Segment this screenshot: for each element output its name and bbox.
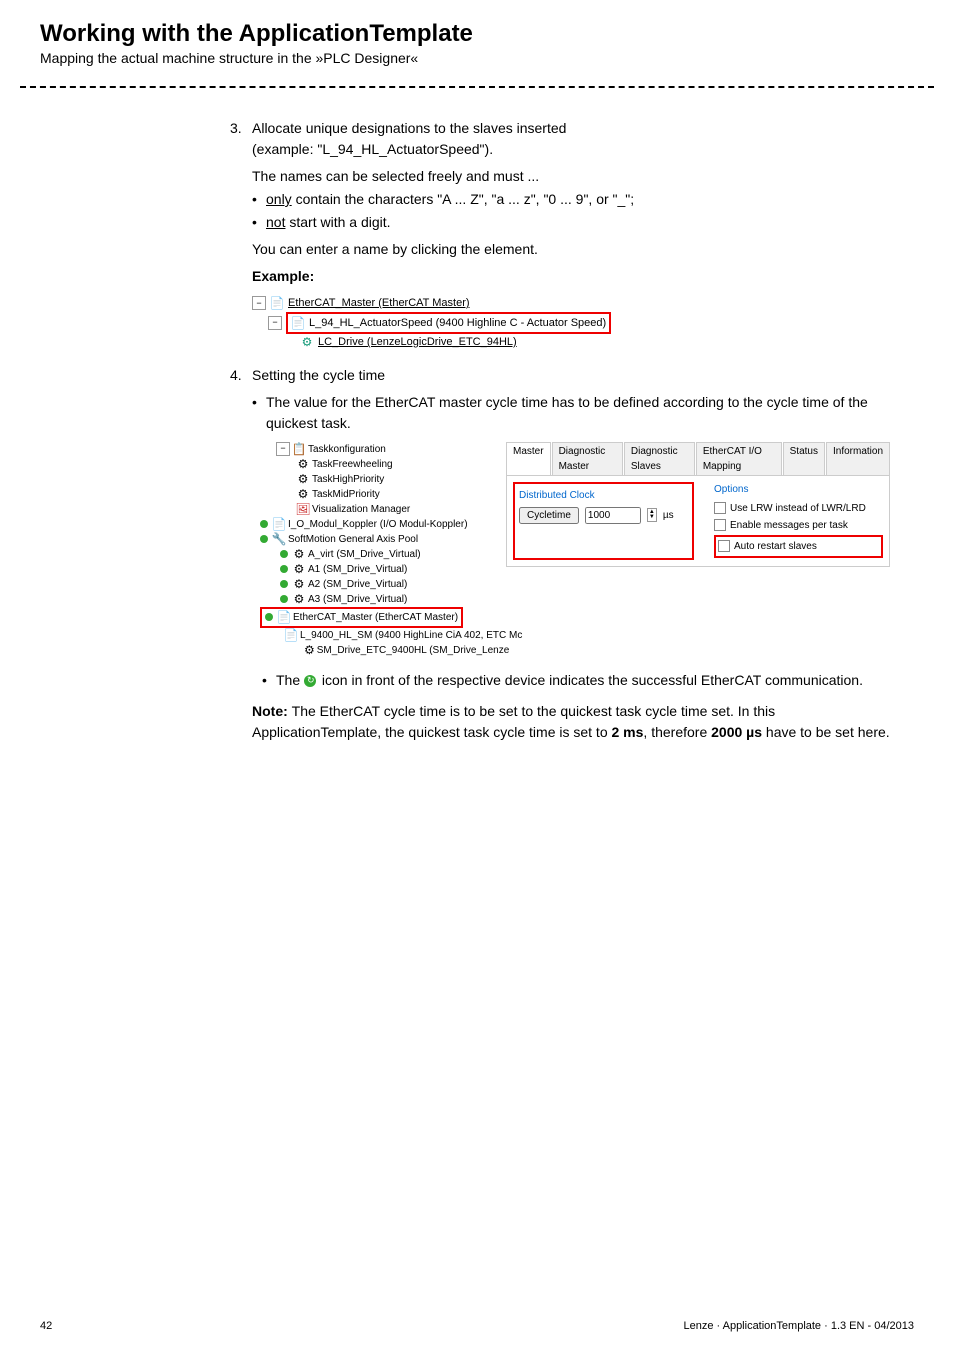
pool-icon: 🔧 bbox=[272, 532, 286, 546]
option-lrw[interactable]: Use LRW instead of LWR/LRD bbox=[714, 501, 883, 516]
group-header: Distributed Clock bbox=[519, 488, 688, 503]
tree-label: EtherCAT_Master (EtherCAT Master) bbox=[288, 295, 470, 312]
note-paragraph: Note: The EtherCAT cycle time is to be s… bbox=[252, 701, 894, 743]
status-icon bbox=[265, 613, 273, 621]
distributed-clock-group: Distributed Clock Cycletime ▲▼ µs bbox=[513, 482, 694, 560]
tree-label: Visualization Manager bbox=[312, 502, 410, 517]
tree-label: A2 (SM_Drive_Virtual) bbox=[308, 577, 407, 592]
collapse-icon: − bbox=[276, 442, 290, 456]
option-messages[interactable]: Enable messages per task bbox=[714, 518, 883, 533]
tree-label: TaskHighPriority bbox=[312, 472, 384, 487]
axis-icon: ⚙ bbox=[292, 562, 306, 576]
tab-diag-slaves[interactable]: Diagnostic Slaves bbox=[624, 442, 695, 475]
checkbox-label: Enable messages per task bbox=[730, 518, 848, 533]
tree-label: L_94_HL_ActuatorSpeed (9400 Highline C -… bbox=[309, 315, 606, 332]
status-icon bbox=[280, 595, 288, 603]
step-text: Allocate unique designations to the slav… bbox=[252, 118, 894, 139]
step-4: 4. Setting the cycle time bbox=[230, 365, 894, 386]
device-icon: 📄 bbox=[272, 517, 286, 531]
folder-icon: 📋 bbox=[292, 442, 306, 456]
status-icon bbox=[280, 565, 288, 573]
tabstrip: Master Diagnostic Master Diagnostic Slav… bbox=[506, 442, 890, 475]
tree-example: − 📄 EtherCAT_Master (EtherCAT Master) − … bbox=[252, 295, 894, 351]
tree-label: L_9400_HL_SM (9400 HighLine CiA 402, ETC… bbox=[300, 628, 522, 643]
success-icon: ↻ bbox=[304, 675, 316, 687]
axis-icon: ⚙ bbox=[292, 547, 306, 561]
icon-note: • The ↻ icon in front of the respective … bbox=[262, 670, 894, 691]
drive-icon: ⚙ bbox=[304, 643, 315, 657]
tree-panel: − 📋Taskkonfiguration ⚙TaskFreewheeling ⚙… bbox=[252, 440, 502, 660]
task-icon: ⚙ bbox=[296, 487, 310, 501]
status-icon bbox=[260, 535, 268, 543]
underline: not bbox=[266, 214, 285, 230]
tree-label: SM_Drive_ETC_9400HL (SM_Drive_Lenze bbox=[317, 643, 510, 658]
tab-diag-master[interactable]: Diagnostic Master bbox=[552, 442, 623, 475]
screenshot-ethercat: − 📋Taskkonfiguration ⚙TaskFreewheeling ⚙… bbox=[252, 440, 894, 660]
bullet-text: The value for the EtherCAT master cycle … bbox=[266, 392, 894, 434]
tree-label: TaskFreewheeling bbox=[312, 457, 393, 472]
highlighted-node: 📄 L_94_HL_ActuatorSpeed (9400 Highline C… bbox=[286, 312, 611, 335]
page-number: 42 bbox=[40, 1320, 52, 1332]
step-3: 3. Allocate unique designations to the s… bbox=[230, 118, 894, 160]
tree-label: A_virt (SM_Drive_Virtual) bbox=[308, 547, 421, 562]
task-icon: ⚙ bbox=[296, 472, 310, 486]
collapse-icon: − bbox=[268, 316, 282, 330]
axis-icon: ⚙ bbox=[292, 592, 306, 606]
spinner-icon[interactable]: ▲▼ bbox=[647, 508, 657, 522]
names-intro: The names can be selected freely and mus… bbox=[252, 166, 894, 187]
tree-label: SoftMotion General Axis Pool bbox=[288, 532, 418, 547]
device-icon: 📄 bbox=[277, 610, 291, 624]
step-text: (example: "L_94_HL_ActuatorSpeed"). bbox=[252, 139, 894, 160]
page-title: Working with the ApplicationTemplate bbox=[40, 20, 914, 48]
device-icon: 📄 bbox=[284, 628, 298, 642]
tab-master[interactable]: Master bbox=[506, 442, 551, 475]
checkbox-icon bbox=[714, 502, 726, 514]
tree-label: A3 (SM_Drive_Virtual) bbox=[308, 592, 407, 607]
enter-name-text: You can enter a name by clicking the ele… bbox=[252, 239, 894, 260]
group-header: Options bbox=[714, 482, 883, 497]
step-4-bullet: • The value for the EtherCAT master cycl… bbox=[252, 392, 894, 434]
step-title: Setting the cycle time bbox=[252, 365, 894, 386]
divider bbox=[20, 86, 934, 88]
axis-icon: ⚙ bbox=[292, 577, 306, 591]
options-group: Options Use LRW instead of LWR/LRD Enabl… bbox=[714, 482, 883, 560]
tree-label: EtherCAT_Master (EtherCAT Master) bbox=[293, 610, 458, 625]
checkbox-icon bbox=[714, 519, 726, 531]
page-subtitle: Mapping the actual machine structure in … bbox=[40, 50, 914, 66]
tab-information[interactable]: Information bbox=[826, 442, 890, 475]
step-number: 3. bbox=[230, 118, 252, 160]
unit-label: µs bbox=[663, 508, 674, 523]
checkbox-icon bbox=[718, 540, 730, 552]
config-panel: Master Diagnostic Master Diagnostic Slav… bbox=[502, 440, 894, 569]
device-icon: 📄 bbox=[270, 296, 284, 310]
cycletime-button[interactable]: Cycletime bbox=[519, 507, 579, 524]
step-number: 4. bbox=[230, 365, 252, 386]
underline: only bbox=[266, 191, 292, 207]
rule-1: • only contain the characters "A ... Z",… bbox=[252, 189, 894, 210]
tree-label: LC_Drive (LenzeLogicDrive_ETC_94HL) bbox=[318, 334, 517, 351]
tree-label: TaskMidPriority bbox=[312, 487, 380, 502]
tree-label: I_O_Modul_Koppler (I/O Modul-Koppler) bbox=[288, 517, 468, 532]
example-label: Example: bbox=[252, 268, 314, 284]
status-icon bbox=[280, 550, 288, 558]
cycletime-input[interactable] bbox=[585, 507, 641, 524]
checkbox-label: Auto restart slaves bbox=[734, 539, 817, 554]
status-icon bbox=[260, 520, 268, 528]
status-icon bbox=[280, 580, 288, 588]
tab-io-mapping[interactable]: EtherCAT I/O Mapping bbox=[696, 442, 782, 475]
vis-icon: 🖼 bbox=[296, 502, 310, 516]
task-icon: ⚙ bbox=[296, 457, 310, 471]
tab-status[interactable]: Status bbox=[783, 442, 825, 475]
device-icon: 📄 bbox=[291, 316, 305, 330]
checkbox-label: Use LRW instead of LWR/LRD bbox=[730, 501, 866, 516]
tree-label: Taskkonfiguration bbox=[308, 442, 386, 457]
tree-label: A1 (SM_Drive_Virtual) bbox=[308, 562, 407, 577]
footer-info: Lenze · ApplicationTemplate · 1.3 EN - 0… bbox=[683, 1320, 914, 1332]
collapse-icon: − bbox=[252, 296, 266, 310]
option-autorestart[interactable]: Auto restart slaves bbox=[714, 535, 883, 558]
note-label: Note: bbox=[252, 703, 292, 719]
rule-2: • not start with a digit. bbox=[252, 212, 894, 233]
drive-icon: ⚙ bbox=[300, 335, 314, 349]
